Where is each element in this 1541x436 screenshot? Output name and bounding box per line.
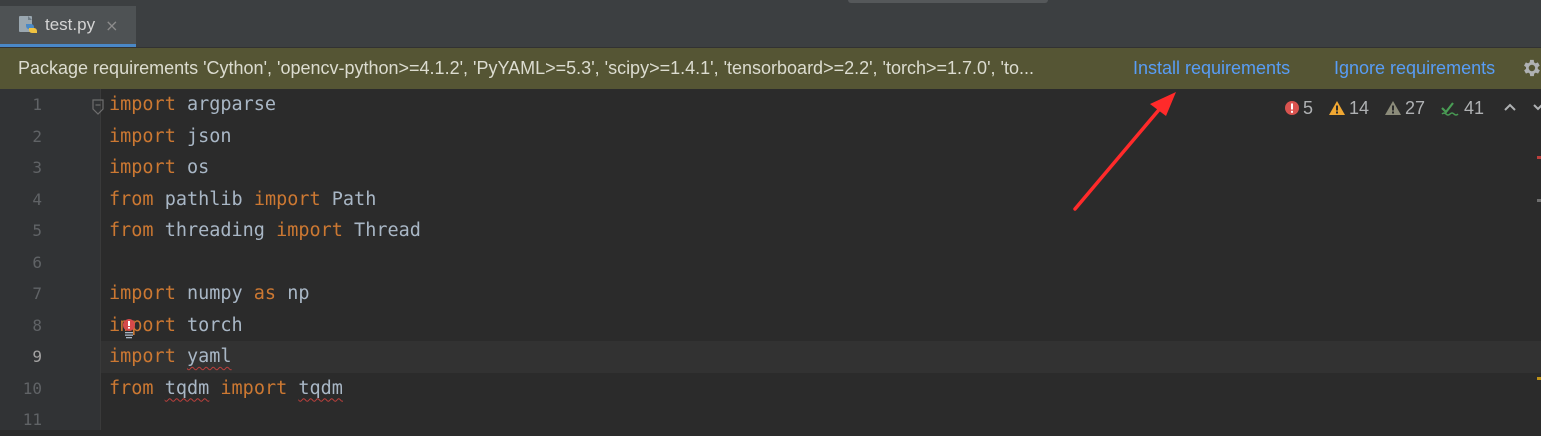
warnings-count-label: 14 (1349, 97, 1370, 118)
editor-tab-bar: test.py × (0, 6, 1541, 48)
python-file-icon (19, 16, 37, 33)
code-line[interactable]: import os (109, 152, 209, 184)
code-editor[interactable]: 1 import argparse 2 import json 3 import os 4 f… (0, 89, 1541, 430)
unresolved-token: tqdm (298, 377, 343, 399)
code-line[interactable]: import json (109, 121, 232, 153)
line-number[interactable]: 3 (0, 152, 42, 184)
ignore-requirements-link[interactable]: Ignore requirements (1334, 58, 1495, 79)
keyword-token: import (109, 125, 176, 147)
code-token: np (276, 283, 310, 304)
warning-stripe-marker[interactable] (1537, 377, 1541, 380)
chevron-up-icon[interactable] (1503, 102, 1517, 112)
code-line[interactable]: import yaml (109, 341, 232, 373)
line-number[interactable]: 11 (0, 404, 42, 436)
line-number[interactable]: 6 (0, 247, 42, 279)
line-number[interactable]: 2 (0, 121, 42, 153)
unresolved-token: tqdm (164, 377, 210, 399)
weak-warning-icon (1385, 101, 1401, 115)
keyword-token: as (253, 283, 277, 304)
code-line[interactable]: import numpy as np (109, 278, 310, 310)
line-number[interactable]: 5 (0, 215, 42, 247)
package-requirements-banner: Package requirements 'Cython', 'opencv-p… (0, 48, 1541, 89)
warning-icon (1329, 101, 1345, 115)
line-number[interactable]: 10 (0, 373, 42, 405)
errors-count-label: 5 (1303, 97, 1314, 118)
warnings-count[interactable]: 14 (1328, 97, 1369, 119)
errors-count[interactable]: 5 (1284, 97, 1313, 119)
typos-count[interactable]: 41 (1441, 97, 1484, 119)
code-line[interactable]: from tqdm import tqdm (109, 373, 343, 405)
code-token: Thread (342, 220, 421, 241)
code-token: numpy (175, 283, 254, 304)
code-token: Path (320, 188, 377, 210)
line-number[interactable]: 7 (0, 278, 42, 310)
keyword-token: import (109, 157, 176, 178)
line-number[interactable]: 1 (0, 89, 42, 121)
toolbar-collapse-handle[interactable] (848, 0, 1048, 3)
keyword-token: from (109, 377, 154, 399)
keyword-token: import (109, 314, 176, 336)
code-token: pathlib (153, 188, 254, 210)
weak-warnings-count-label: 27 (1405, 97, 1426, 118)
keyword-token: from (109, 220, 154, 241)
keyword-token: import (276, 220, 343, 241)
stripe-marker[interactable] (1537, 199, 1541, 202)
lightbulb-error-icon[interactable] (121, 318, 137, 340)
install-requirements-link[interactable]: Install requirements (1133, 58, 1290, 79)
tab-filename: test.py (45, 15, 96, 34)
current-line-highlight (101, 341, 1541, 373)
requirements-message: Package requirements 'Cython', 'opencv-p… (18, 58, 1034, 78)
fold-icon[interactable] (91, 99, 105, 115)
error-icon (1285, 101, 1299, 115)
close-tab-icon[interactable]: × (105, 16, 118, 35)
error-stripe-marker[interactable] (1537, 156, 1541, 159)
code-token: json (175, 125, 232, 147)
keyword-token: import (220, 377, 288, 399)
code-token: argparse (175, 94, 277, 115)
weak-warnings-count[interactable]: 27 (1384, 97, 1425, 119)
keyword-token: import (109, 283, 176, 304)
code-token: torch (175, 314, 243, 336)
code-line[interactable]: import argparse (109, 89, 276, 121)
code-token: threading (153, 220, 277, 241)
chevron-down-icon[interactable] (1533, 102, 1541, 112)
line-number[interactable]: 8 (0, 310, 42, 342)
line-number[interactable]: 4 (0, 184, 42, 216)
keyword-token: from (109, 188, 154, 210)
gutter-divider (100, 89, 101, 430)
typo-check-icon (1441, 102, 1459, 116)
keyword-token: import (253, 188, 321, 210)
typos-count-label: 41 (1464, 97, 1485, 118)
code-line[interactable]: from pathlib import Path (109, 184, 376, 216)
code-line[interactable]: from threading import Thread (109, 215, 421, 247)
keyword-token: import (109, 346, 176, 367)
unresolved-token: yaml (186, 346, 232, 367)
keyword-token: import (109, 94, 176, 115)
tab-test-py[interactable]: test.py × (0, 6, 136, 47)
gear-icon[interactable] (1520, 57, 1541, 79)
code-token: os (175, 157, 210, 178)
line-number[interactable]: 9 (0, 341, 42, 373)
